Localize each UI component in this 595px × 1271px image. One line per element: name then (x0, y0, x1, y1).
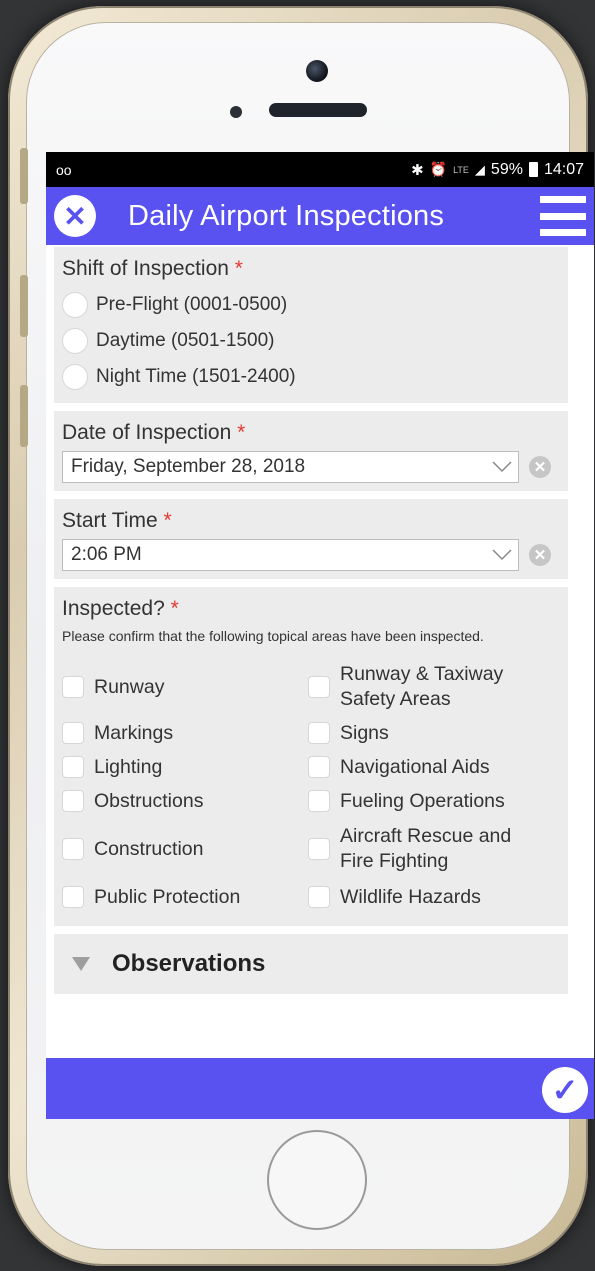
checkbox-icon[interactable] (62, 722, 84, 744)
chevron-down-icon[interactable] (492, 461, 512, 473)
page-title: Daily Airport Inspections (128, 199, 445, 232)
shift-label: Shift of Inspection (62, 257, 229, 280)
signal-icon: ◢ (474, 161, 485, 177)
radio-circle-icon[interactable] (62, 328, 88, 354)
date-section: Date of Inspection * Friday, September 2… (54, 411, 568, 491)
required-asterisk: * (170, 597, 179, 620)
date-label: Date of Inspection (62, 421, 232, 444)
close-icon[interactable]: ✕ (54, 195, 96, 237)
app-bar: ✕ Daily Airport Inspections (46, 187, 594, 245)
checkbox-wildlife-hazards[interactable]: Wildlife Hazards (308, 880, 560, 914)
form-content: Shift of Inspection * Pre-Flight (0001-0… (46, 245, 594, 994)
checkbox-icon[interactable] (308, 886, 330, 908)
battery-icon (528, 162, 538, 177)
home-button[interactable] (267, 1130, 367, 1230)
checkbox-construction[interactable]: Construction (62, 818, 308, 880)
chevron-down-icon[interactable] (492, 549, 512, 561)
observations-toggle[interactable]: Observations (54, 934, 568, 994)
radio-circle-icon[interactable] (62, 292, 88, 318)
checkbox-navigational-aids[interactable]: Navigational Aids (308, 750, 560, 784)
hamburger-menu-icon[interactable] (540, 196, 586, 236)
checkbox-fueling-operations[interactable]: Fueling Operations (308, 784, 560, 818)
checkbox-public-protection[interactable]: Public Protection (62, 880, 308, 914)
phone-screen: oo ✱ ⏰ LTE ◢ 59% 14:07 ✕ Daily Airport I… (46, 152, 594, 1119)
checkbox-icon[interactable] (308, 790, 330, 812)
checkbox-runway[interactable]: Runway (62, 658, 308, 716)
checkbox-icon[interactable] (308, 722, 330, 744)
start-time-label: Start Time (62, 509, 158, 532)
clear-date-icon[interactable]: ✕ (529, 456, 551, 478)
mute-switch (20, 148, 28, 204)
required-asterisk: * (163, 509, 172, 532)
checkbox-icon[interactable] (308, 676, 330, 698)
voicemail-icon: oo (56, 161, 72, 178)
checkbox-icon[interactable] (62, 886, 84, 908)
checkbox-icon[interactable] (62, 756, 84, 778)
inspected-section: Inspected? * Please confirm that the fol… (54, 587, 568, 926)
radio-pre-flight[interactable]: Pre-Flight (0001-0500) (62, 287, 560, 323)
network-type: LTE (453, 164, 469, 175)
required-asterisk: * (234, 257, 243, 280)
checkbox-runway-taxiway-safety-areas[interactable]: Runway & Taxiway Safety Areas (308, 658, 560, 716)
earpiece-speaker (269, 103, 367, 117)
submit-check-icon[interactable]: ✓ (542, 1067, 588, 1113)
checkbox-icon[interactable] (308, 838, 330, 860)
start-time-value: 2:06 PM (71, 544, 142, 565)
shift-section: Shift of Inspection * Pre-Flight (0001-0… (54, 247, 568, 403)
alarm-icon: ⏰ (429, 161, 448, 177)
inspected-label: Inspected? (62, 597, 165, 620)
checkbox-markings[interactable]: Markings (62, 716, 308, 750)
volume-down-button (20, 385, 28, 447)
checkbox-icon[interactable] (62, 838, 84, 860)
clear-time-icon[interactable]: ✕ (529, 544, 551, 566)
date-field[interactable]: Friday, September 28, 2018 (62, 451, 519, 483)
clock: 14:07 (543, 160, 584, 178)
footer-bar: ✓ (46, 1058, 594, 1119)
inspected-checkbox-grid: Runway Runway & Taxiway Safety Areas Mar… (62, 658, 560, 914)
start-time-section: Start Time * 2:06 PM ✕ (54, 499, 568, 579)
proximity-sensor (230, 106, 242, 118)
triangle-down-icon (72, 957, 90, 971)
status-bar: oo ✱ ⏰ LTE ◢ 59% 14:07 (46, 152, 594, 187)
checkbox-icon[interactable] (62, 790, 84, 812)
battery-percent: 59% (490, 160, 523, 178)
checkbox-icon[interactable] (308, 756, 330, 778)
checkbox-lighting[interactable]: Lighting (62, 750, 308, 784)
bluetooth-icon: ✱ (411, 161, 424, 179)
front-camera (306, 60, 328, 82)
radio-circle-icon[interactable] (62, 364, 88, 390)
required-asterisk: * (237, 421, 246, 444)
radio-daytime[interactable]: Daytime (0501-1500) (62, 323, 560, 359)
checkbox-icon[interactable] (62, 676, 84, 698)
checkbox-obstructions[interactable]: Obstructions (62, 784, 308, 818)
checkbox-signs[interactable]: Signs (308, 716, 560, 750)
start-time-field[interactable]: 2:06 PM (62, 539, 519, 571)
inspected-help-text: Please confirm that the following topica… (62, 628, 484, 644)
observations-label: Observations (112, 950, 266, 977)
volume-up-button (20, 275, 28, 337)
date-value: Friday, September 28, 2018 (71, 456, 306, 477)
checkbox-aircraft-rescue-fire-fighting[interactable]: Aircraft Rescue and Fire Fighting (308, 818, 560, 880)
radio-night-time[interactable]: Night Time (1501-2400) (62, 359, 560, 395)
